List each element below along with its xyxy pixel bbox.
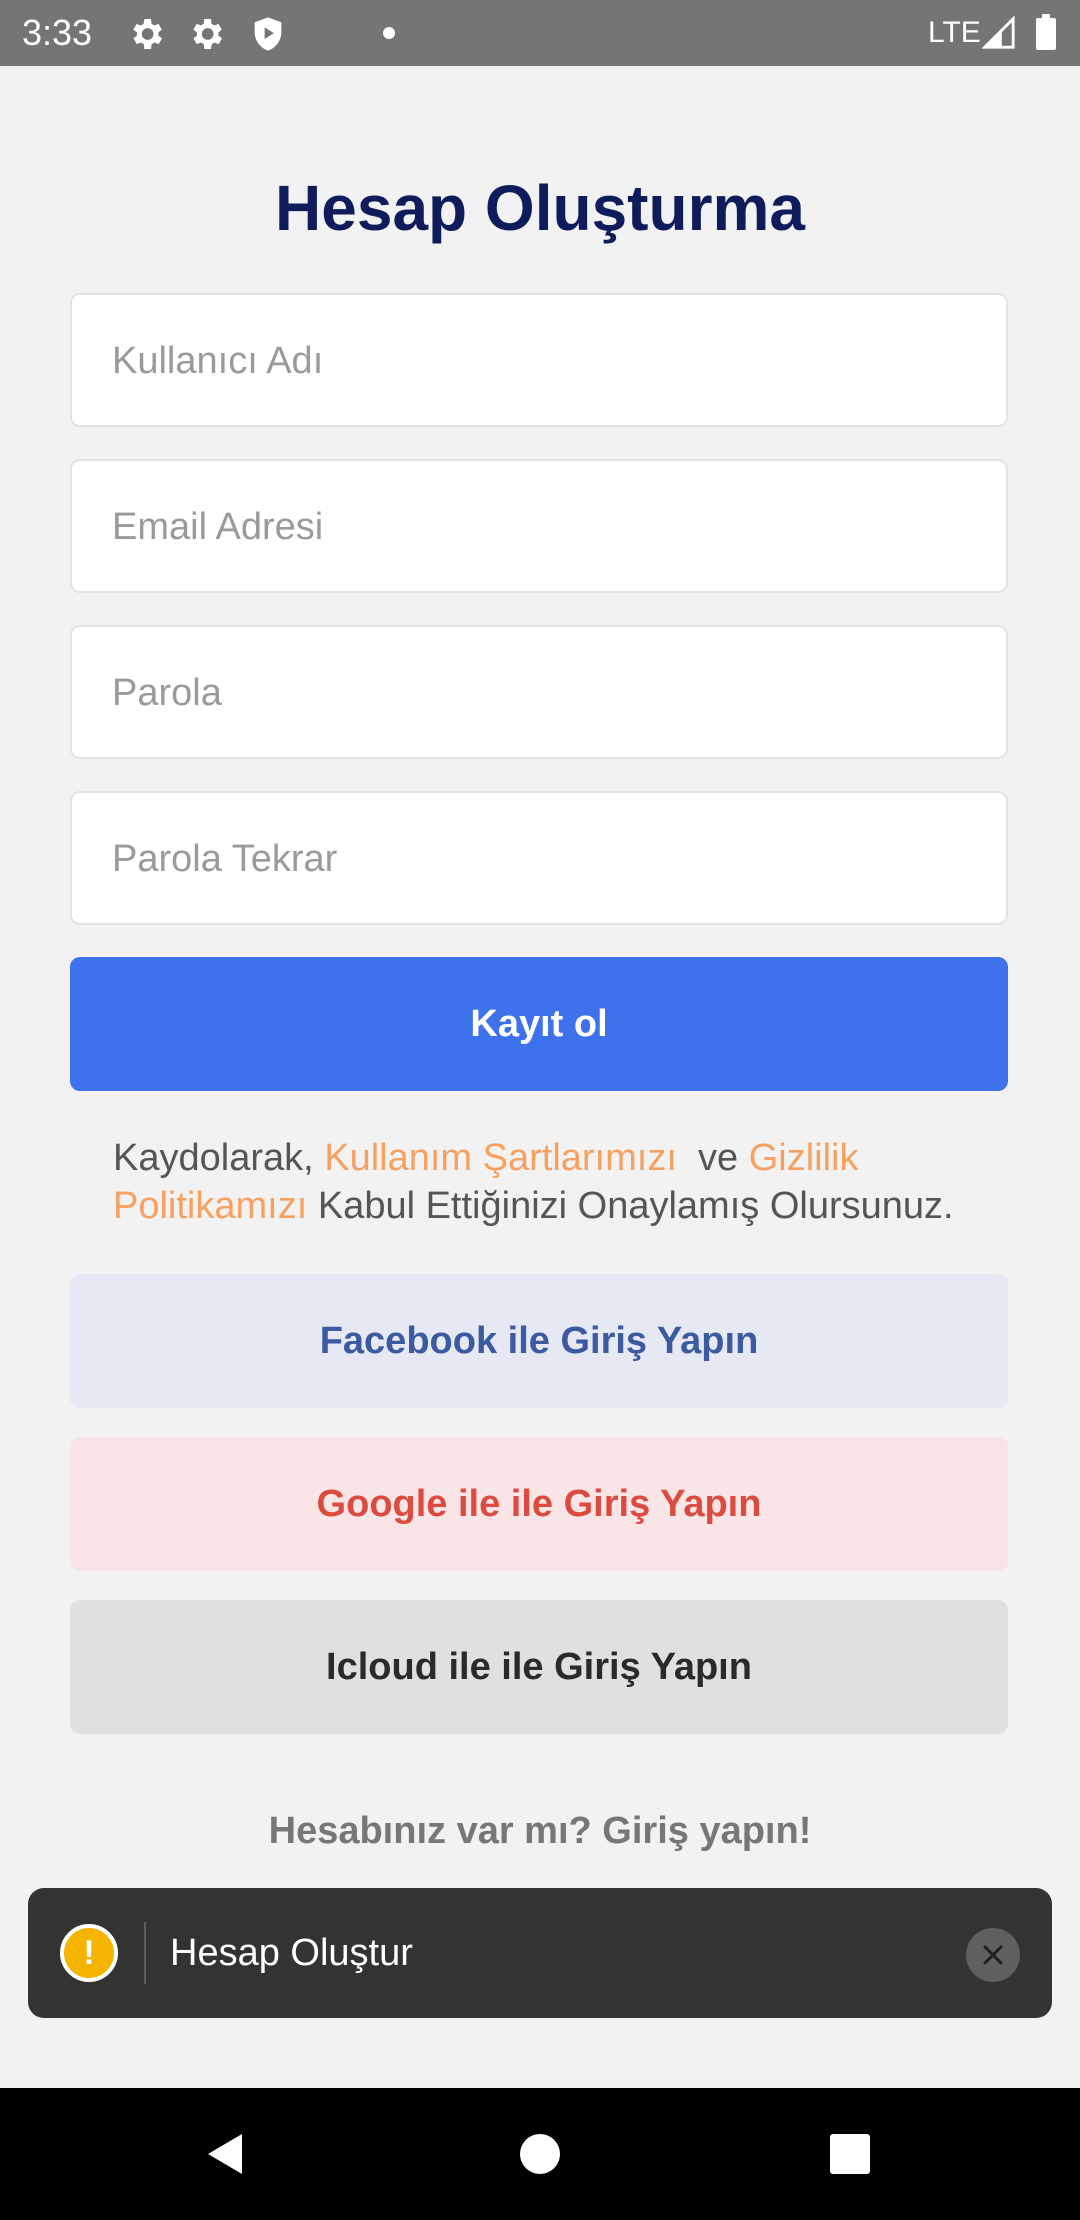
terms-text: Kaydolarak, Kullanım Şartlarımızı ve Giz… — [113, 1134, 993, 1230]
gear-icon — [133, 19, 162, 49]
status-time: 3:33 — [22, 12, 93, 53]
gear-icon — [193, 19, 222, 49]
register-button[interactable]: Kayıt ol — [70, 957, 1008, 1091]
status-bar: 3:33 LTE — [0, 0, 1080, 66]
password-repeat-input[interactable] — [110, 793, 974, 925]
toast-divider — [144, 1922, 146, 1984]
terms-prefix: Kaydolarak, — [113, 1137, 325, 1179]
register-button-label: Kayıt ol — [470, 1002, 608, 1045]
network-type: LTE — [928, 16, 981, 49]
battery-icon — [1036, 14, 1056, 50]
password-input[interactable] — [110, 627, 974, 759]
home-icon[interactable] — [516, 2130, 564, 2178]
shield-play-icon — [254, 17, 282, 51]
email-input[interactable] — [110, 461, 974, 593]
icloud-login-label: Icloud ile ile Giriş Yapın — [326, 1645, 752, 1688]
username-input[interactable] — [110, 295, 974, 427]
login-link[interactable]: Hesabınız var mı? Giriş yapın! — [0, 1806, 1080, 1856]
notification-dot-icon — [383, 27, 395, 39]
facebook-login-button[interactable]: Facebook ile Giriş Yapın — [70, 1274, 1008, 1408]
warning-icon: ! — [60, 1924, 118, 1982]
terms-link[interactable]: Kullanım Şartlarımızı — [324, 1137, 677, 1179]
facebook-login-label: Facebook ile Giriş Yapın — [319, 1319, 759, 1362]
page-title: Hesap Oluşturma — [275, 172, 805, 244]
terms-middle: ve — [676, 1137, 749, 1179]
password-field[interactable] — [70, 625, 1008, 759]
signal-icon — [982, 16, 1015, 49]
google-login-button[interactable]: Google ile ile Giriş Yapın — [70, 1437, 1008, 1571]
navigation-bar — [0, 2088, 1080, 2220]
close-icon — [983, 1945, 1003, 1965]
terms-suffix: Kabul Ettiğinizi Onaylamış Olursunuz. — [307, 1185, 954, 1227]
toast-close-button[interactable] — [966, 1928, 1020, 1982]
icloud-login-button[interactable]: Icloud ile ile Giriş Yapın — [70, 1600, 1008, 1734]
username-field[interactable] — [70, 293, 1008, 427]
password-repeat-field[interactable] — [70, 791, 1008, 925]
recents-icon[interactable] — [826, 2130, 874, 2178]
toast-message: Hesap Oluştur — [170, 1932, 413, 1974]
google-login-label: Google ile ile Giriş Yapın — [316, 1482, 762, 1525]
toast-notification: ! Hesap Oluştur — [28, 1888, 1052, 2018]
back-icon[interactable] — [202, 2130, 250, 2178]
email-field[interactable] — [70, 459, 1008, 593]
